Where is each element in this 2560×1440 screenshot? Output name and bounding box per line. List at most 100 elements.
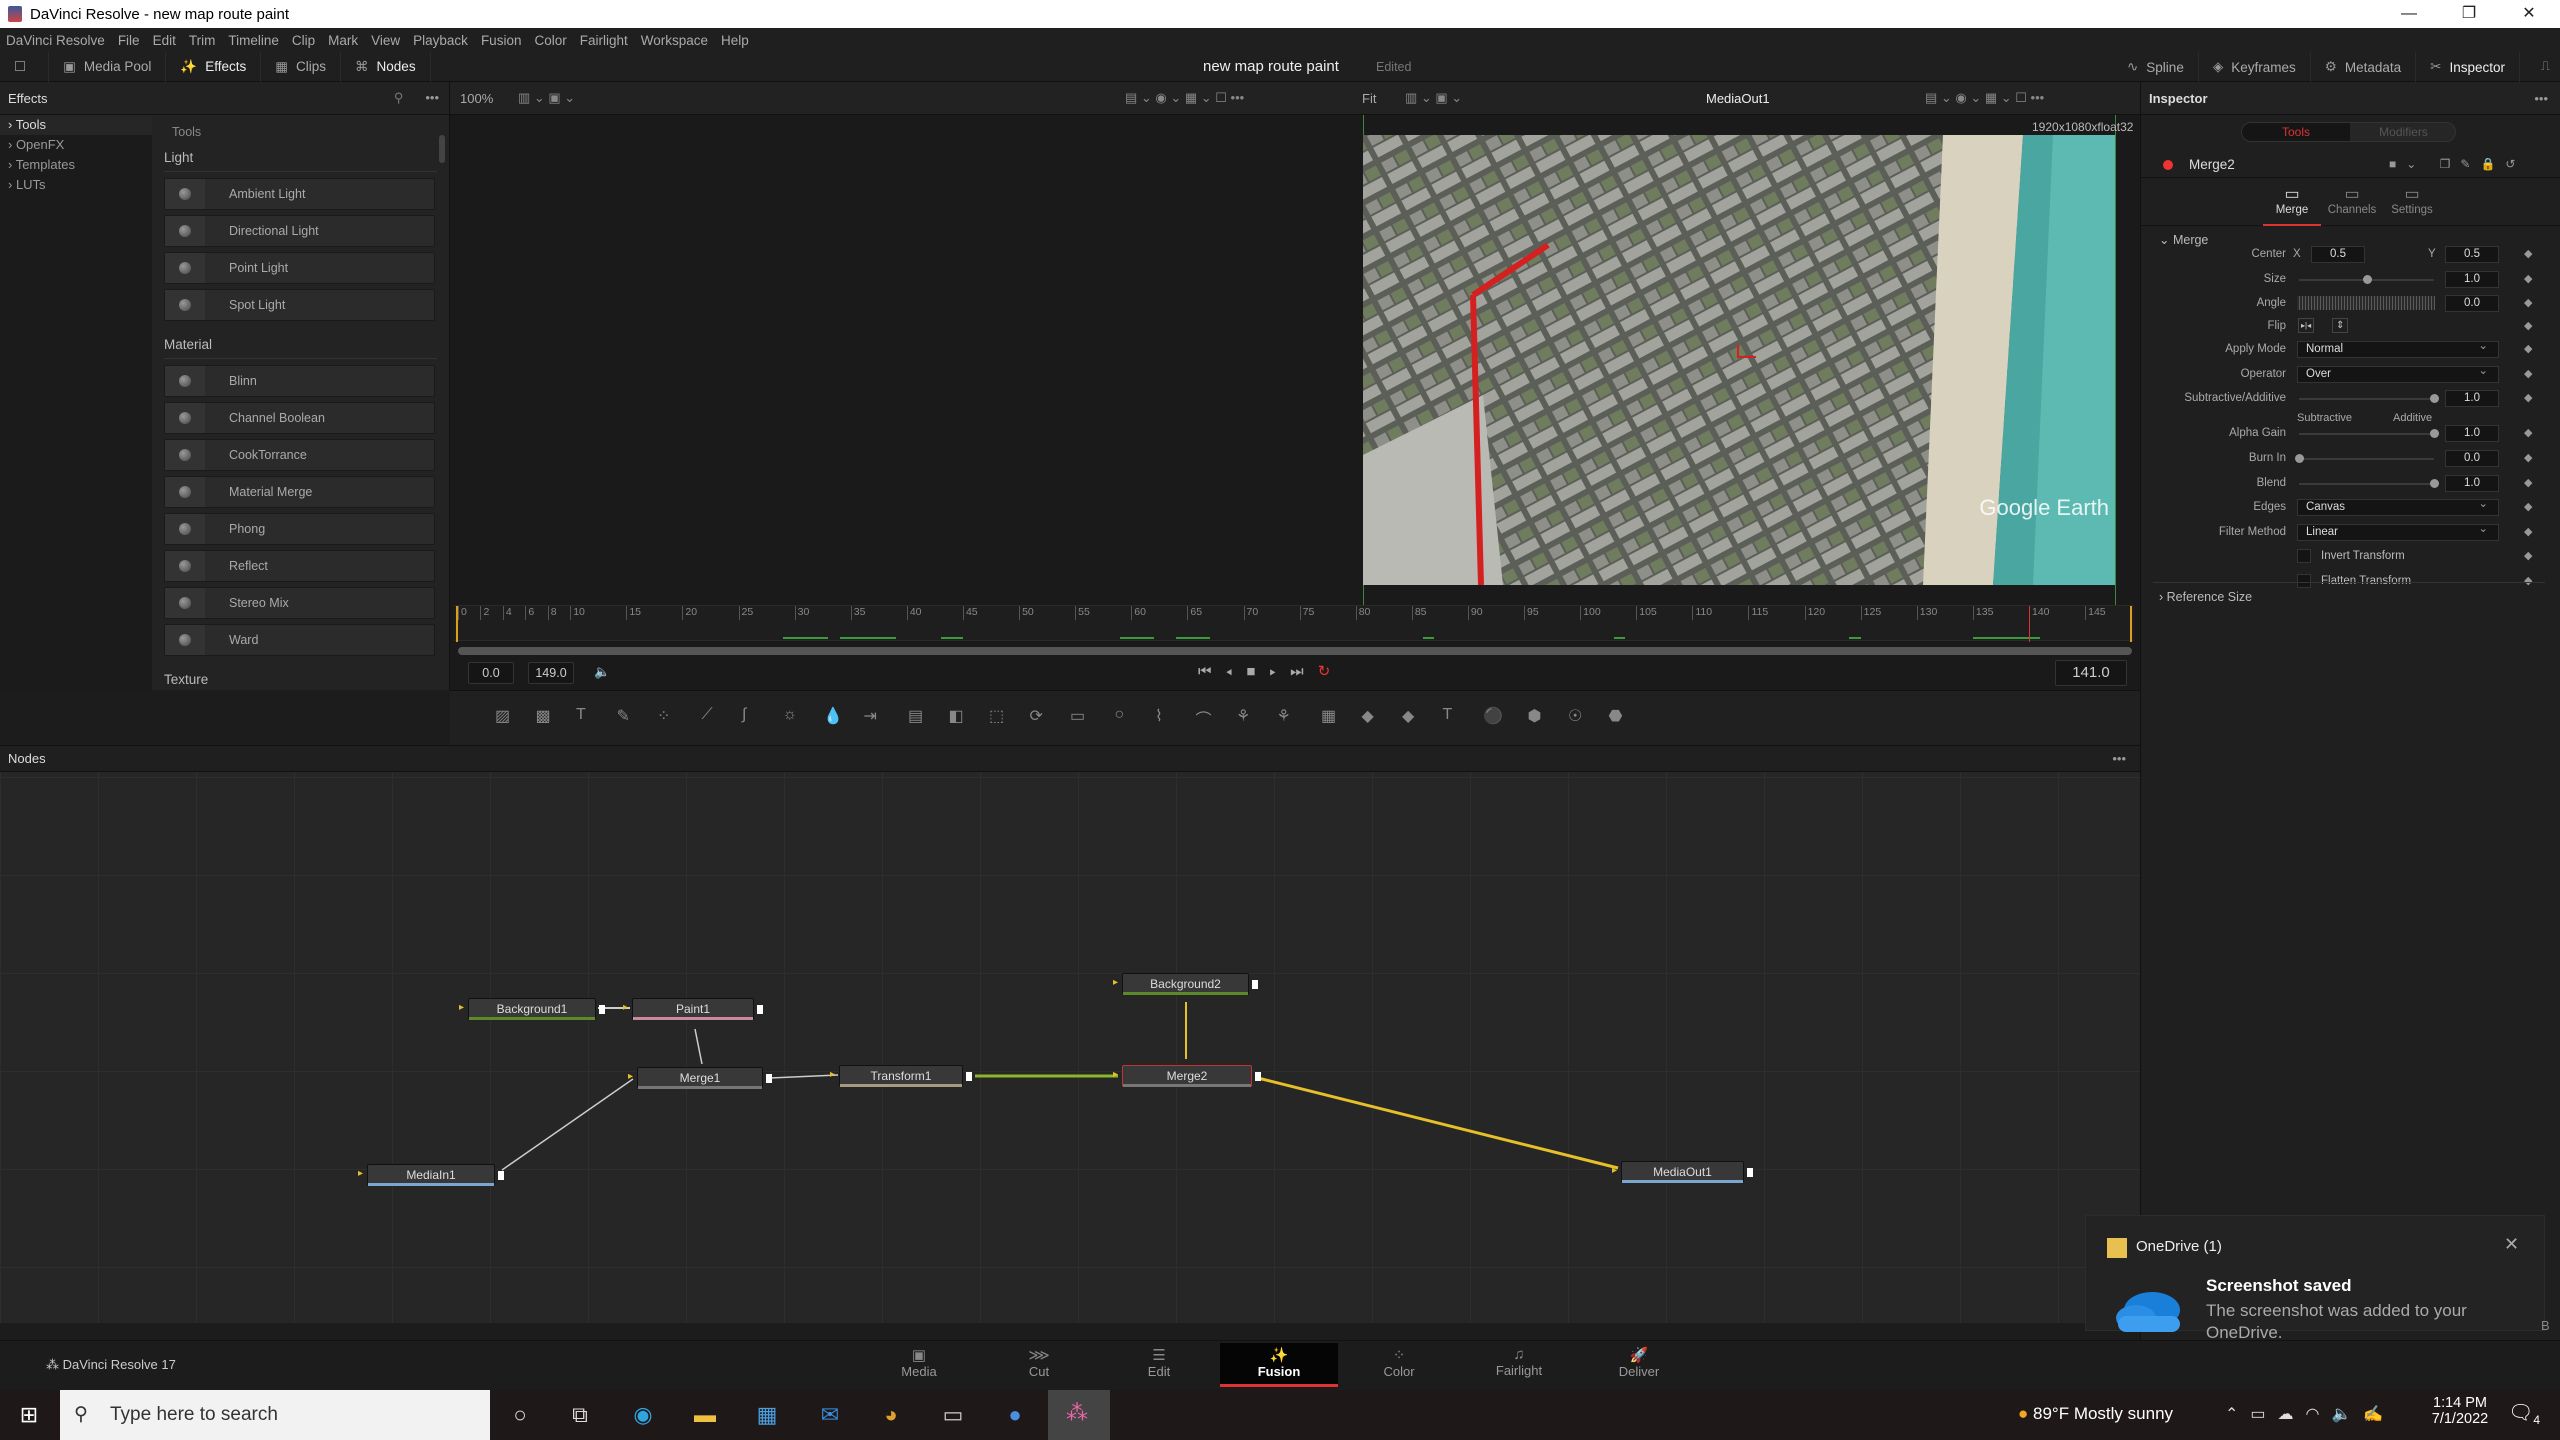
node-merge2[interactable]: Merge2 ▸ [1113, 1065, 1261, 1087]
fit-dropdown[interactable]: Fit [1362, 91, 1376, 106]
node-mediain1[interactable]: MediaIn1 ▸ [358, 1164, 504, 1186]
color-corrector-tool-icon[interactable]: ∫ [742, 706, 746, 724]
nodes-button[interactable]: ⌘ Nodes [341, 51, 431, 82]
page-edit[interactable]: ☰ Edit [1100, 1343, 1218, 1387]
node-background1[interactable]: Background1 ▸ [459, 998, 605, 1020]
weather-widget[interactable]: ● 89°F Mostly sunny [2018, 1404, 2173, 1424]
effects-button[interactable]: ✨ Effects [166, 51, 262, 82]
effects-scrollbar[interactable] [439, 135, 445, 163]
inspector-button[interactable]: ✂ Inspector [2416, 52, 2520, 82]
edges-dropdown[interactable]: Canvas [2297, 497, 2499, 516]
subtractive-additive-slider-handle[interactable] [2430, 394, 2439, 403]
3d-image-tool-icon[interactable]: ▦ [1321, 706, 1336, 726]
toast-close-icon[interactable]: ✕ [2504, 1234, 2519, 1255]
edges-keyframe-icon[interactable]: ◆ [2524, 500, 2532, 513]
node-output-port[interactable] [1252, 980, 1258, 989]
node-output-port[interactable] [757, 1005, 763, 1014]
media-pool-button[interactable]: ▣ Media Pool [49, 51, 167, 82]
invert-transform-checkbox[interactable] [2297, 549, 2311, 563]
time-ruler[interactable]: 0 2 4 6 8 10 15 20 25 30 35 40 45 50 55 60 65 70 75 80 85 90 9… [454, 605, 2134, 642]
cortana-icon[interactable]: ○ [505, 1400, 535, 1430]
loader-tool-icon[interactable]: ⇥ [864, 706, 877, 726]
onedrive-notification[interactable]: OneDrive (1) ✕ Screenshot saved The scre… [2085, 1215, 2550, 1342]
node-input-arrow[interactable]: ▸ [459, 1002, 464, 1013]
menu-playback[interactable]: Playback [413, 33, 468, 48]
invert-transform-keyframe-icon[interactable]: ◆ [2524, 549, 2532, 562]
windows-start-icon[interactable]: ⊞ [14, 1400, 44, 1430]
apply-mode-dropdown[interactable]: Normal [2297, 339, 2499, 358]
file-explorer-icon[interactable]: ▬ [690, 1400, 720, 1430]
notification-center-icon[interactable]: 🗨4 [2508, 1400, 2540, 1427]
effect-item[interactable]: Phong [164, 513, 435, 545]
view-b-options-icon[interactable]: ▥ ⌄ ▣ ⌄ [1405, 90, 1462, 106]
node-enable-toggle[interactable] [2163, 160, 2173, 170]
close-window-button[interactable]: ✕ [2500, 0, 2558, 28]
node-output-port[interactable] [1255, 1072, 1261, 1081]
merge-tool-icon[interactable]: ◧ [949, 706, 964, 726]
current-frame-field[interactable]: 141.0 [2055, 660, 2127, 686]
taskbar-search-input[interactable]: ⚲ Type here to search [60, 1390, 490, 1440]
menu-trim[interactable]: Trim [189, 33, 216, 48]
node-input-arrow[interactable]: ▸ [623, 1002, 628, 1013]
angle-thumbwheel[interactable] [2297, 296, 2435, 310]
brightness-tool-icon[interactable]: ☼ [783, 706, 798, 724]
system-tray-icons[interactable]: ⌃▭☁◠🔈✍ [2225, 1404, 2395, 1424]
subtractive-additive-slider[interactable] [2299, 394, 2439, 403]
alpha-gain-slider-handle[interactable] [2430, 429, 2439, 438]
angle-keyframe-icon[interactable]: ◆ [2524, 296, 2532, 309]
center-y-field[interactable]: 0.5 [2445, 246, 2499, 263]
operator-dropdown[interactable]: Over [2297, 364, 2499, 383]
menu-timeline[interactable]: Timeline [228, 33, 279, 48]
davinci-taskbar-button[interactable]: ⁂ [1048, 1390, 1110, 1440]
node-header-icons[interactable]: ■⌄ ❐✎🔒↺ [2389, 157, 2525, 171]
background-tool-icon[interactable]: ▨ [495, 706, 510, 726]
zoom-dropdown[interactable]: 100% [460, 91, 493, 106]
burn-in-slider-handle[interactable] [2295, 454, 2304, 463]
subtab-settings[interactable]: ▭ Settings [2383, 182, 2441, 226]
rotate-tool-icon[interactable]: ⟳ [1030, 706, 1043, 726]
minimize-button[interactable]: — [2380, 0, 2438, 28]
particle-emitter-tool-icon[interactable]: ⚘ [1236, 706, 1250, 726]
merge3d-tool-icon[interactable]: ◆ [1402, 706, 1414, 726]
node-output-port[interactable] [1747, 1168, 1753, 1177]
particle-render-tool-icon[interactable]: ⚘ [1277, 706, 1291, 726]
paint-tool-icon[interactable]: ✎ [617, 706, 630, 726]
node-output-port[interactable] [498, 1171, 504, 1180]
renderer3d-tool-icon[interactable]: ⬢ [1528, 706, 1542, 726]
play-icon[interactable]: ▸ [1269, 663, 1290, 680]
tree-item-openfx[interactable]: › OpenFX [0, 135, 152, 155]
effect-item[interactable]: Ward [164, 624, 435, 656]
alpha-gain-field[interactable]: 1.0 [2445, 425, 2499, 442]
node-input-arrow[interactable]: ▸ [628, 1071, 633, 1082]
bspline-mask-tool-icon[interactable]: ⌒ [1196, 706, 1212, 730]
more-options-icon[interactable]: ••• [425, 90, 439, 105]
menu-help[interactable]: Help [721, 33, 749, 48]
task-view-icon[interactable]: ⧉ [565, 1400, 595, 1430]
tab-modifiers[interactable]: Modifiers [2350, 123, 2457, 141]
effect-item[interactable]: CookTorrance [164, 439, 435, 471]
tab-tools[interactable]: Tools [2242, 123, 2350, 141]
metadata-button[interactable]: ⚙ Metadata [2311, 52, 2417, 82]
subadd-keyframe-icon[interactable]: ◆ [2524, 391, 2532, 404]
display-tool-icon[interactable]: ⬣ [1609, 706, 1623, 726]
qbittorrent-icon[interactable]: ● [1000, 1400, 1030, 1430]
edge-icon[interactable]: ◉ [628, 1400, 658, 1430]
flatten-transform-checkbox[interactable] [2297, 574, 2311, 588]
end-time-field[interactable]: 149.0 [528, 662, 574, 684]
menu-davinci-resolve[interactable]: DaVinci Resolve [6, 33, 105, 48]
page-color[interactable]: ⁘ Color [1340, 1343, 1458, 1387]
go-to-end-icon[interactable]: ⏭ [1290, 663, 1318, 680]
menu-fusion[interactable]: Fusion [481, 33, 522, 48]
alpha-gain-keyframe-icon[interactable]: ◆ [2524, 426, 2532, 439]
node-output-port[interactable] [966, 1072, 972, 1081]
clock[interactable]: 1:14 PM 7/1/2022 [2420, 1395, 2500, 1427]
subtractive-additive-field[interactable]: 1.0 [2445, 390, 2499, 407]
menu-fairlight[interactable]: Fairlight [580, 33, 628, 48]
node-output-port[interactable] [766, 1074, 772, 1083]
blend-slider-handle[interactable] [2430, 479, 2439, 488]
transform-tool-icon[interactable]: ⬚ [989, 706, 1004, 726]
range-start-marker[interactable] [456, 606, 458, 642]
menu-edit[interactable]: Edit [153, 33, 176, 48]
view-options-icon[interactable]: ▥ ⌄ ▣ ⌄ [518, 90, 575, 106]
effect-item[interactable]: Channel Boolean [164, 402, 435, 434]
